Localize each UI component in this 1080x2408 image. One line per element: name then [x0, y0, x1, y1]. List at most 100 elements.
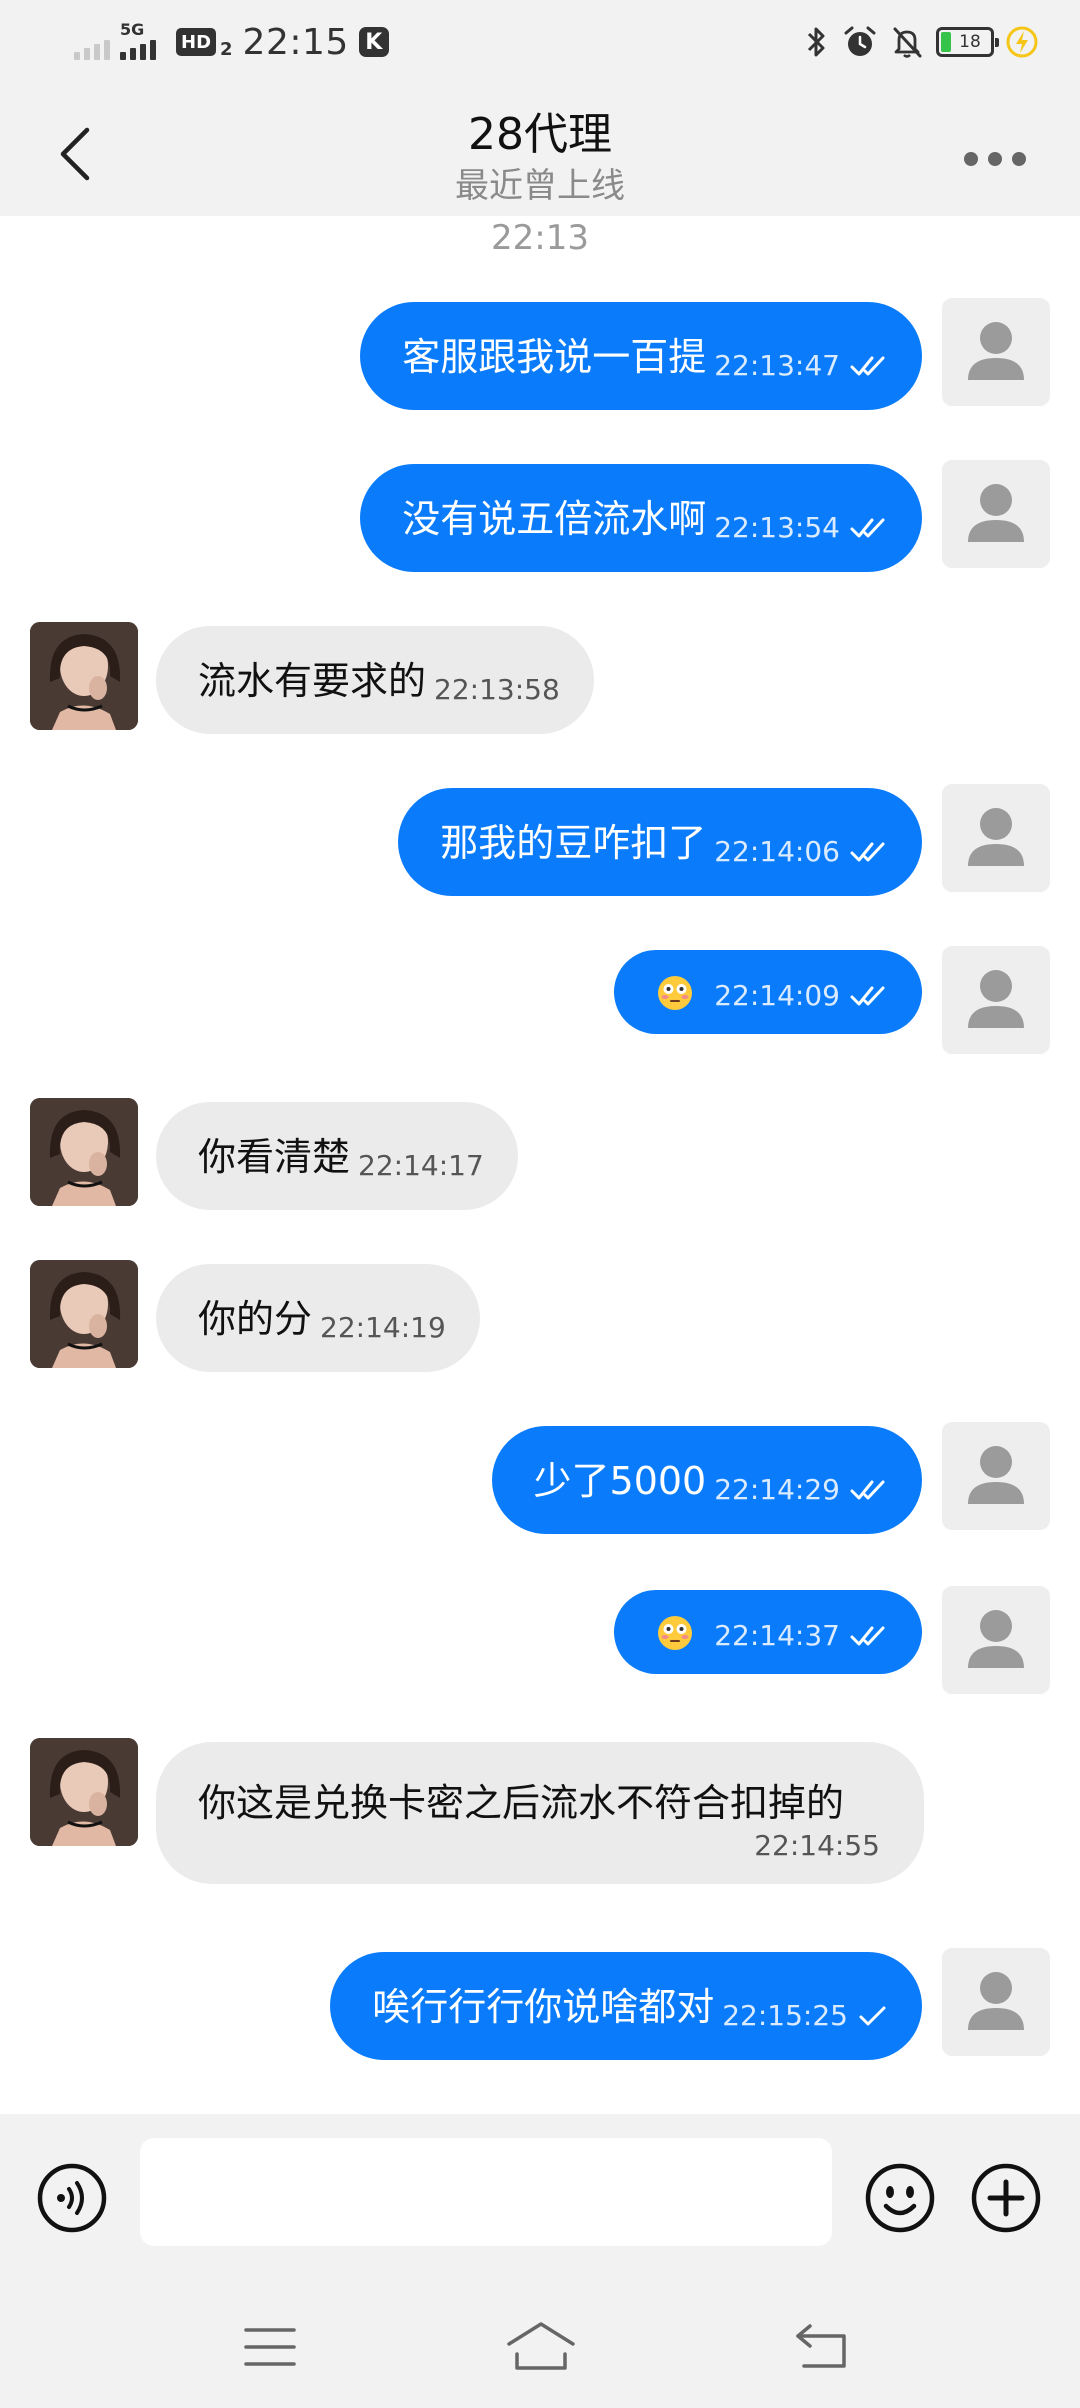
- message-text: 流水有要求的: [198, 659, 427, 703]
- double-check-icon: [850, 1626, 885, 1646]
- smiley-icon: [865, 2163, 935, 2233]
- my-avatar[interactable]: [942, 1948, 1050, 2056]
- message-text: 那我的豆咋扣了: [440, 821, 707, 865]
- network-label: 5G: [120, 20, 145, 39]
- message-time: 22:14:19: [320, 1311, 446, 1344]
- message-bubble-received[interactable]: 你这是兑换卡密之后流水不符合扣掉的 22:14:55: [156, 1742, 924, 1884]
- contact-avatar[interactable]: [30, 622, 138, 730]
- message-time: 22:13:54: [714, 511, 840, 544]
- plus-circle-icon: [971, 2163, 1041, 2233]
- message-time: 22:15:25: [722, 1999, 848, 2032]
- message-text: 唉行行行你说啥都对: [372, 1985, 715, 2029]
- user-icon: [968, 1610, 1024, 1668]
- contact-avatar[interactable]: [30, 1098, 138, 1206]
- message-bubble-sent[interactable]: 22:14:37: [614, 1590, 922, 1674]
- message-bubble-sent[interactable]: 少了5000 22:14:29: [491, 1426, 922, 1534]
- message-text: 你看清楚: [198, 1135, 351, 1179]
- message-bubble-sent[interactable]: 没有说五倍流水啊 22:13:54: [360, 464, 922, 572]
- message-bubble-sent[interactable]: 客服跟我说一百提 22:13:47: [360, 302, 922, 410]
- user-icon: [968, 1972, 1024, 2030]
- my-avatar[interactable]: [942, 1422, 1050, 1530]
- voice-icon: [37, 2163, 107, 2233]
- contact-photo-icon: [30, 1260, 138, 1368]
- user-icon: [968, 322, 1024, 380]
- user-icon: [968, 1446, 1024, 1504]
- message-bubble-received[interactable]: 流水有要求的 22:13:58: [156, 626, 594, 734]
- alarm-icon: [844, 26, 876, 56]
- emoji-button[interactable]: [864, 2162, 936, 2234]
- message-time: 22:14:17: [358, 1149, 484, 1182]
- message-list[interactable]: 22:13 客服跟我说一百提 22:13:47 没有说五倍流水啊 22:13:5…: [0, 216, 1080, 2114]
- contact-photo-icon: [30, 622, 138, 730]
- message-time: 22:14:37: [714, 1619, 840, 1652]
- message-time: 22:14:29: [714, 1473, 840, 1506]
- app-badge: K: [358, 27, 389, 57]
- flushed-face-icon: [658, 976, 693, 1010]
- message-input[interactable]: [140, 2138, 832, 2246]
- check-icon: [859, 2006, 886, 2026]
- hd-badge: HD: [176, 28, 217, 56]
- return-icon: [796, 2324, 846, 2368]
- voice-button[interactable]: [36, 2162, 108, 2234]
- message-bubble-received[interactable]: 你的分 22:14:19: [156, 1264, 480, 1372]
- double-check-icon: [850, 842, 885, 862]
- nav-home-button[interactable]: [503, 2318, 579, 2374]
- double-check-icon: [850, 986, 885, 1006]
- contact-avatar[interactable]: [30, 1260, 138, 1368]
- chat-header: 28代理 最近曾上线: [0, 84, 1080, 216]
- message-bubble-sent[interactable]: 唉行行行你说啥都对 22:15:25: [330, 1952, 922, 2060]
- double-check-icon: [850, 356, 885, 376]
- bluetooth-icon: [807, 27, 825, 57]
- battery-icon: 18: [936, 27, 999, 57]
- system-nav-bar: [0, 2284, 1080, 2408]
- message-text: 客服跟我说一百提: [402, 335, 707, 379]
- status-right: 18: [804, 20, 1038, 64]
- user-icon: [968, 970, 1024, 1028]
- nav-menu-button[interactable]: [240, 2322, 300, 2372]
- chat-title: 28代理: [468, 109, 612, 160]
- contact-photo-icon: [30, 1738, 138, 1846]
- message-text: 你这是兑换卡密之后流水不符合扣掉的: [198, 1781, 845, 1825]
- more-dot-icon: [1012, 152, 1026, 166]
- double-check-icon: [850, 1480, 885, 1500]
- message-time: 22:13:58: [434, 673, 560, 706]
- input-bar: [0, 2114, 1080, 2284]
- status-time: 22:15: [242, 21, 349, 63]
- user-icon: [968, 808, 1024, 866]
- my-avatar[interactable]: [942, 298, 1050, 406]
- more-actions-button[interactable]: [970, 2162, 1042, 2234]
- menu-icon: [244, 2328, 296, 2366]
- contact-photo-icon: [30, 1098, 138, 1206]
- double-check-icon: [850, 518, 885, 538]
- my-avatar[interactable]: [942, 946, 1050, 1054]
- flushed-face-icon: [658, 1616, 693, 1650]
- time-separator: 22:13: [491, 218, 589, 258]
- more-dot-icon: [988, 152, 1002, 166]
- user-icon: [968, 484, 1024, 542]
- contact-avatar[interactable]: [30, 1738, 138, 1846]
- battery-level: 18: [959, 32, 981, 52]
- message-time: 22:14:55: [754, 1829, 880, 1862]
- status-left: 5G HD 2 22:15 K: [74, 20, 389, 64]
- message-time: 22:13:47: [714, 349, 840, 382]
- message-text: 没有说五倍流水啊: [402, 497, 707, 541]
- message-bubble-received[interactable]: 你看清楚 22:14:17: [156, 1102, 518, 1210]
- home-icon: [507, 2322, 575, 2370]
- message-text: 你的分: [198, 1297, 313, 1341]
- message-text: 少了5000: [533, 1459, 707, 1503]
- message-time: 22:14:06: [714, 835, 840, 868]
- my-avatar[interactable]: [942, 460, 1050, 568]
- message-bubble-sent[interactable]: 22:14:09: [614, 950, 922, 1034]
- nav-back-button[interactable]: [792, 2320, 852, 2372]
- hd-sub: 2: [220, 38, 233, 60]
- signal-icon: 5G: [74, 20, 166, 64]
- message-bubble-sent[interactable]: 那我的豆咋扣了 22:14:06: [398, 788, 922, 896]
- my-avatar[interactable]: [942, 784, 1050, 892]
- chat-subtitle: 最近曾上线: [455, 166, 625, 206]
- my-avatar[interactable]: [942, 1586, 1050, 1694]
- message-time: 22:14:09: [714, 979, 840, 1012]
- charging-icon: [1006, 26, 1038, 58]
- status-bar: 5G HD 2 22:15 K 18: [0, 0, 1080, 84]
- more-dot-icon: [964, 152, 978, 166]
- more-button[interactable]: [950, 134, 1040, 184]
